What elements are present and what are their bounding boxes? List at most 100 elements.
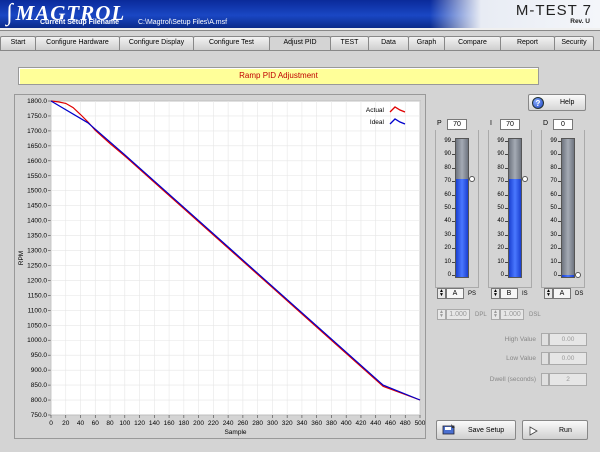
- dpl-value[interactable]: 1.000: [446, 309, 470, 320]
- d-scale-label: 0: [553, 272, 557, 278]
- d-gain-header: D 0: [541, 118, 585, 130]
- x-tick-label: 80: [106, 420, 114, 427]
- i-scale-label: 80: [497, 164, 504, 171]
- run-button[interactable]: Run: [522, 420, 588, 440]
- tab-graph[interactable]: Graph: [408, 36, 445, 50]
- ps-spinner[interactable]: ▲ ▼: [437, 288, 446, 299]
- y-tick-label: 1200.0: [27, 277, 47, 284]
- p-scale-label: 40: [444, 218, 451, 225]
- i-gain-slider[interactable]: I 70 99 90 80 70 60 50 40 30 20 10 0: [488, 118, 532, 288]
- y-tick-label: 1400.0: [27, 218, 47, 225]
- low-value-field[interactable]: Low Value 0.00: [440, 352, 588, 366]
- high-value-input[interactable]: 0.00: [549, 333, 587, 346]
- x-tick-label: 100: [119, 420, 130, 427]
- tab-start[interactable]: Start: [0, 36, 36, 50]
- i-gain-fill: [509, 179, 521, 277]
- y-tick-label: 1350.0: [27, 233, 47, 240]
- x-tick-label: 40: [77, 420, 85, 427]
- tab-configure-display[interactable]: Configure Display: [119, 36, 194, 50]
- p-scale-label: 20: [444, 245, 451, 252]
- low-value-spinner[interactable]: [541, 352, 549, 365]
- save-setup-button[interactable]: Save Setup: [436, 420, 516, 440]
- high-value-field[interactable]: High Value 0.00: [440, 333, 588, 347]
- low-value-label: Low Value: [506, 355, 536, 362]
- d-scale-label: 30: [550, 231, 557, 238]
- y-tick-label: 1050.0: [27, 322, 47, 329]
- tab-test[interactable]: TEST: [330, 36, 369, 50]
- tab-configure-hardware[interactable]: Configure Hardware: [35, 36, 120, 50]
- high-value-spinner[interactable]: [541, 333, 549, 346]
- legend-label-ideal: Ideal: [370, 119, 385, 126]
- d-gain-knob[interactable]: [575, 272, 581, 278]
- tab-data[interactable]: Data: [368, 36, 409, 50]
- i-scale-label: 0: [500, 272, 504, 278]
- low-value-input[interactable]: 0.00: [549, 352, 587, 365]
- ps-mode-selector[interactable]: ▲ ▼ A PS: [437, 288, 497, 300]
- dwell-input[interactable]: 2: [549, 373, 587, 386]
- i-gain-value[interactable]: 70: [500, 119, 520, 130]
- i-gain-header: I 70: [488, 118, 532, 130]
- x-tick-label: 120: [134, 420, 145, 427]
- ds-spinner[interactable]: ▲ ▼: [544, 288, 553, 299]
- rpm-chart: 750.0 800.0 850.0 900.0 950.0 1000.0 1050.0 110…: [14, 94, 426, 439]
- tab-compare[interactable]: Compare: [444, 36, 501, 50]
- p-gain-letter: P: [437, 120, 442, 127]
- dsl-value[interactable]: 1.000: [500, 309, 524, 320]
- help-button[interactable]: ? Help: [528, 94, 586, 111]
- is-value[interactable]: B: [500, 288, 518, 299]
- tab-report[interactable]: Report: [500, 36, 555, 50]
- d-gain-slider[interactable]: D 0 99 90 80 70 60 50 40 30 20 10 0: [541, 118, 585, 288]
- ds-mode-selector[interactable]: ▲ ▼ A DS: [544, 288, 600, 300]
- is-mode-selector[interactable]: ▲ ▼ B IS: [491, 288, 551, 300]
- i-scale-label: 20: [497, 245, 504, 252]
- revision-label: Rev. U: [570, 18, 590, 25]
- p-scale-label: 99: [444, 138, 451, 144]
- p-gain-slider[interactable]: P 70 99 90 80 70 60 50 40 30 20 10 0: [435, 118, 479, 288]
- rpm-chart-svg: 750.0 800.0 850.0 900.0 950.0 1000.0 1050.0 110…: [18, 98, 426, 436]
- i-scale-label: 99: [497, 138, 504, 144]
- dwell-spinner[interactable]: [541, 373, 549, 386]
- dwell-field[interactable]: Dwell (seconds) 2: [440, 373, 588, 387]
- x-axis-title: Sample: [224, 429, 246, 436]
- y-tick-label: 800.0: [31, 397, 48, 404]
- p-scale-label: 0: [447, 272, 451, 278]
- i-gain-scale: 99 90 80 70 60 50 40 30 20 10 0: [488, 138, 508, 278]
- d-scale-label: 99: [550, 138, 557, 144]
- p-gain-scale: 99 90 80 70 60 50 40 30 20 10 0: [435, 138, 455, 278]
- d-gain-track[interactable]: [561, 138, 575, 278]
- i-scale-label: 50: [497, 205, 504, 211]
- i-gain-track[interactable]: [508, 138, 522, 278]
- dpl-field[interactable]: ▲ ▼ 1.000 DPL: [437, 309, 497, 322]
- app-title: M-TEST 7: [515, 2, 592, 19]
- d-scale-label: 90: [550, 151, 557, 158]
- x-tick-label: 140: [149, 420, 160, 427]
- x-tick-label: 220: [208, 420, 219, 427]
- d-gain-value[interactable]: 0: [553, 119, 573, 130]
- p-gain-track[interactable]: [455, 138, 469, 278]
- y-tick-label: 1150.0: [28, 292, 48, 299]
- dsl-spinner[interactable]: ▲ ▼: [491, 309, 500, 320]
- i-scale-label: 10: [497, 258, 504, 265]
- is-label: IS: [522, 291, 528, 297]
- y-tick-label: 950.0: [31, 352, 48, 359]
- tab-security[interactable]: Security: [554, 36, 594, 50]
- y-tick-label: 1650.0: [27, 143, 47, 150]
- page-banner: Ramp PID Adjustment: [18, 67, 539, 85]
- dsl-field[interactable]: ▲ ▼ 1.000 DSL: [491, 309, 551, 322]
- tab-configure-test[interactable]: Configure Test: [193, 36, 270, 50]
- save-icon: [442, 424, 455, 435]
- d-gain-scale: 99 90 80 70 60 50 40 30 20 10 0: [541, 138, 561, 278]
- ps-value[interactable]: A: [446, 288, 464, 299]
- is-spinner[interactable]: ▲ ▼: [491, 288, 500, 299]
- x-tick-label: 320: [282, 420, 293, 427]
- ds-value[interactable]: A: [553, 288, 571, 299]
- dpl-spinner[interactable]: ▲ ▼: [437, 309, 446, 320]
- p-gain-value[interactable]: 70: [447, 119, 467, 130]
- p-scale-label: 10: [444, 258, 451, 265]
- x-tick-label: 260: [237, 420, 248, 427]
- tab-adjust-pid[interactable]: Adjust PID: [269, 36, 331, 51]
- y-tick-label: 1450.0: [27, 203, 47, 210]
- ds-label: DS: [575, 291, 584, 297]
- dwell-label: Dwell (seconds): [489, 376, 536, 383]
- x-tick-label: 200: [193, 420, 204, 427]
